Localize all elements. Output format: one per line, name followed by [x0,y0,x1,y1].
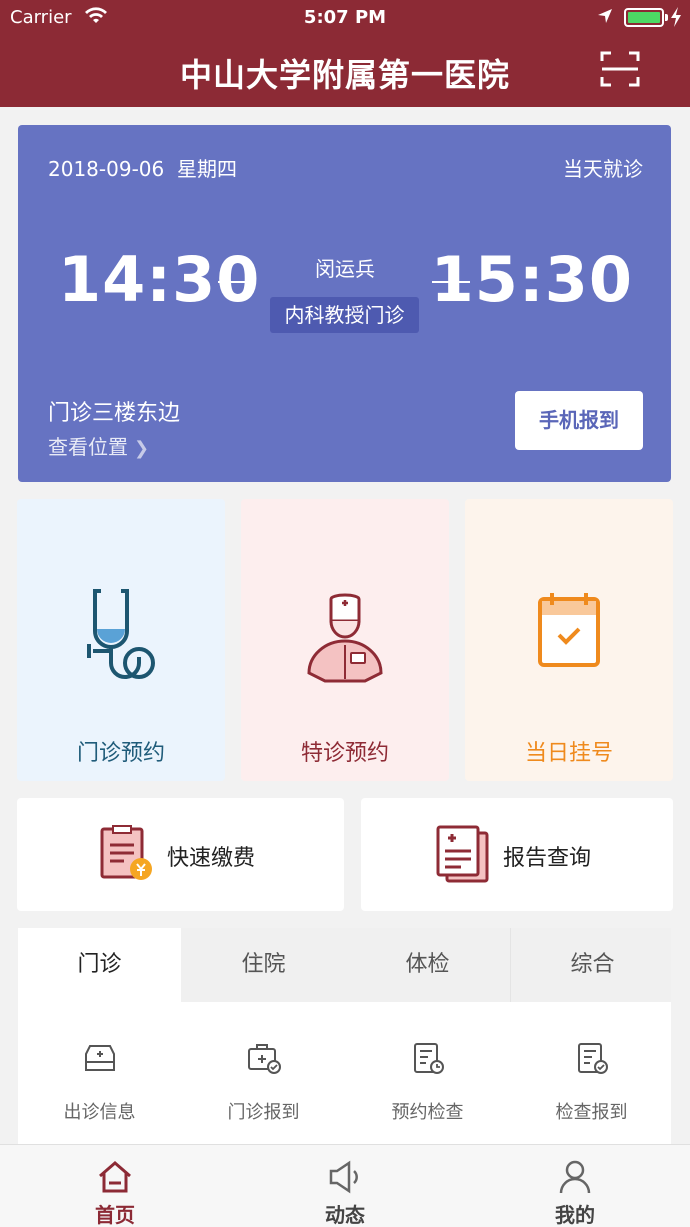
home-icon [99,1161,131,1193]
scan-icon[interactable] [600,50,640,88]
quick-link-label: 预约检查 [391,1102,464,1123]
tabbar-label: 首页 [95,1203,135,1227]
top-bar: Carrier 5:07 PM 中山大学附属第一医院 [0,0,690,107]
action-label: 快速缴费 [167,846,256,871]
tabbar-label: 动态 [325,1203,365,1227]
charging-bolt-icon [671,7,681,27]
tabbar-label: 我的 [555,1203,595,1227]
quick-link-exam-checkin[interactable]: 检查报到 [510,1002,673,1148]
weekday-value: 星期四 [176,157,237,181]
service-tile-special-booking[interactable]: 特诊预约 [241,499,449,781]
tab-outpatient[interactable]: 门诊 [18,928,181,1002]
service-label: 门诊预约 [76,741,165,766]
mobile-checkin-button[interactable]: 手机报到 [515,391,643,450]
status-time: 5:07 PM [303,7,387,28]
tabbar-home[interactable]: 首页 [55,1145,175,1227]
time-separator-left [218,281,256,283]
view-location-label: 查看位置 [48,435,128,459]
quick-link-label: 出诊信息 [63,1102,136,1123]
service-label: 特诊预约 [300,741,389,766]
start-time: 14:30 [58,243,261,316]
service-tile-same-day-registration[interactable]: 当日挂号 [465,499,673,781]
quick-link-label: 门诊报到 [227,1102,300,1123]
tab-general[interactable]: 综合 [511,928,674,1002]
action-label: 报告查询 [503,846,592,871]
battery-tip [665,14,668,21]
megaphone-icon [329,1160,358,1194]
visit-type-label: 当天就诊 [563,157,643,181]
service-label: 当日挂号 [524,741,613,766]
tab-inpatient[interactable]: 住院 [182,928,345,1002]
end-time: 15:30 [430,243,633,316]
doctor-icon [307,593,383,683]
bottom-tab-bar: 首页 动态 我的 [0,1144,690,1227]
view-location-link[interactable]: 查看位置 ❯ [48,431,149,460]
department-badge: 内科教授门诊 [270,297,419,333]
page-title: 中山大学附属第一医院 [179,56,510,94]
exam-booking-icon [414,1043,444,1074]
tab-physical-exam[interactable]: 体检 [346,928,509,1002]
quick-link-label: 检查报到 [555,1102,628,1123]
report-query-button[interactable]: 报告查询 [361,798,673,911]
service-tile-outpatient-booking[interactable]: 门诊预约 [17,499,225,781]
clinic-info-icon [85,1045,115,1071]
category-tabs: 门诊 住院 体检 综合 [18,928,671,1002]
battery-icon [624,8,664,27]
exam-checkin-icon [578,1043,608,1074]
quick-link-clinic-info[interactable]: 出诊信息 [18,1002,181,1148]
tabbar-news[interactable]: 动态 [285,1145,405,1227]
date-value: 2018-09-06 [48,157,165,181]
location-arrow-icon [598,9,612,23]
appointment-card[interactable]: 2018-09-06 星期四 当天就诊 14:30 闵运兵 内科教授门诊 15:… [18,125,671,482]
bill-payment-icon [100,825,152,880]
appointment-date: 2018-09-06 星期四 [48,153,237,182]
clinic-checkin-icon [248,1044,281,1074]
clinic-location: 门诊三楼东边 [48,401,181,426]
stethoscope-icon [87,589,155,679]
quick-link-exam-booking[interactable]: 预约检查 [346,1002,509,1148]
quick-payment-button[interactable]: 快速缴费 [17,798,344,911]
chevron-right-icon: ❯ [134,438,150,459]
tabbar-profile[interactable]: 我的 [515,1145,635,1227]
report-icon [436,825,489,883]
category-panel: 门诊 住院 体检 综合 出诊信息 门诊报到 预约检查 检查报到 [18,928,671,1148]
calendar-check-icon [538,593,600,667]
status-bar: Carrier 5:07 PM [0,0,690,36]
quick-link-clinic-checkin[interactable]: 门诊报到 [182,1002,345,1148]
user-icon [559,1160,591,1194]
doctor-name: 闵运兵 [315,257,375,281]
